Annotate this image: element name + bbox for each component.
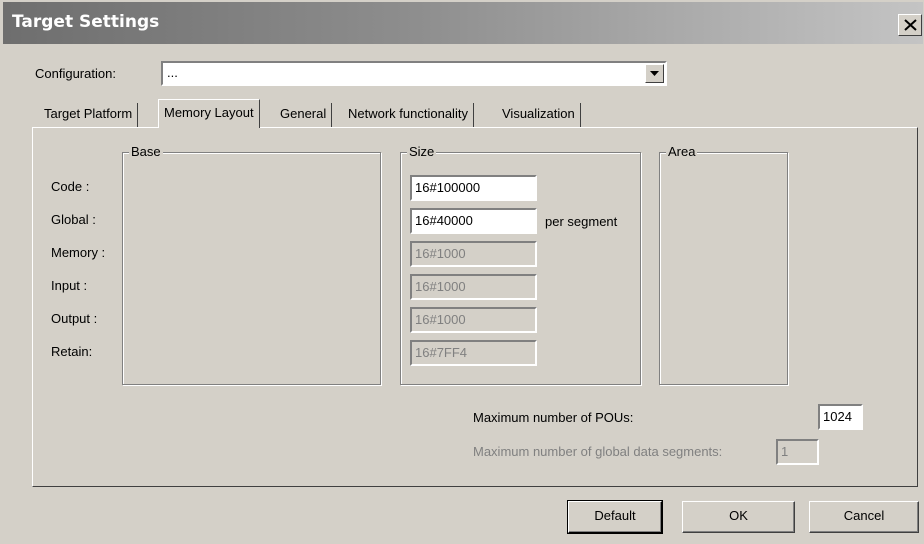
title-bar[interactable]: Target Settings [3,2,923,44]
close-button[interactable] [898,14,922,36]
max-pous-label: Maximum number of POUs: [473,410,634,425]
base-group-label: Base [129,144,163,159]
tab-label: General [280,106,327,121]
close-icon [904,19,917,31]
max-segments-field: 1 [776,439,819,465]
tab-label: Visualization [502,106,575,121]
retain-label: Retain: [51,344,93,359]
configuration-value: ... [167,65,178,80]
max-segments-label: Maximum number of global data segments: [473,444,723,459]
base-group: Base [122,144,381,385]
configuration-dropdown-button[interactable] [645,64,664,83]
global-size-field[interactable]: 16#40000 [410,208,537,234]
tab-visualization[interactable]: Visualization [497,103,581,127]
configuration-label: Configuration: [35,66,116,81]
tab-target-platform[interactable]: Target Platform [39,103,139,127]
tab-label: Network functionality [348,106,468,121]
input-size-field: 16#1000 [410,274,537,300]
area-group: Area [659,144,788,385]
code-size-field[interactable]: 16#100000 [410,175,537,201]
per-segment-label: per segment [545,214,618,229]
default-button[interactable]: Default [567,500,663,534]
memory-size-field: 16#1000 [410,241,537,267]
window-title: Target Settings [12,12,160,32]
input-label: Input : [51,278,88,293]
area-group-label: Area [666,144,698,159]
tab-network-functionality[interactable]: Network functionality [343,103,474,127]
max-pous-field[interactable]: 1024 [818,404,863,430]
code-label: Code : [51,179,90,194]
tab-label: Memory Layout [164,105,254,120]
global-label: Global : [51,212,96,227]
memory-layout-panel: Base Size Area Code : Global : Memory : … [32,127,918,487]
size-group-label: Size [407,144,437,159]
chevron-down-icon [650,71,659,76]
ok-button[interactable]: OK [682,501,795,533]
output-label: Output : [51,311,98,326]
tab-memory-layout[interactable]: Memory Layout [158,99,260,128]
retain-size-field: 16#7FF4 [410,340,537,366]
output-size-field: 16#1000 [410,307,537,333]
cancel-button[interactable]: Cancel [809,501,919,533]
tab-general[interactable]: General [275,103,333,127]
target-settings-dialog: Target Settings Configuration: ... Targe… [0,0,924,544]
memory-label: Memory : [51,245,106,260]
tab-label: Target Platform [44,106,133,121]
configuration-select[interactable]: ... [161,61,667,86]
